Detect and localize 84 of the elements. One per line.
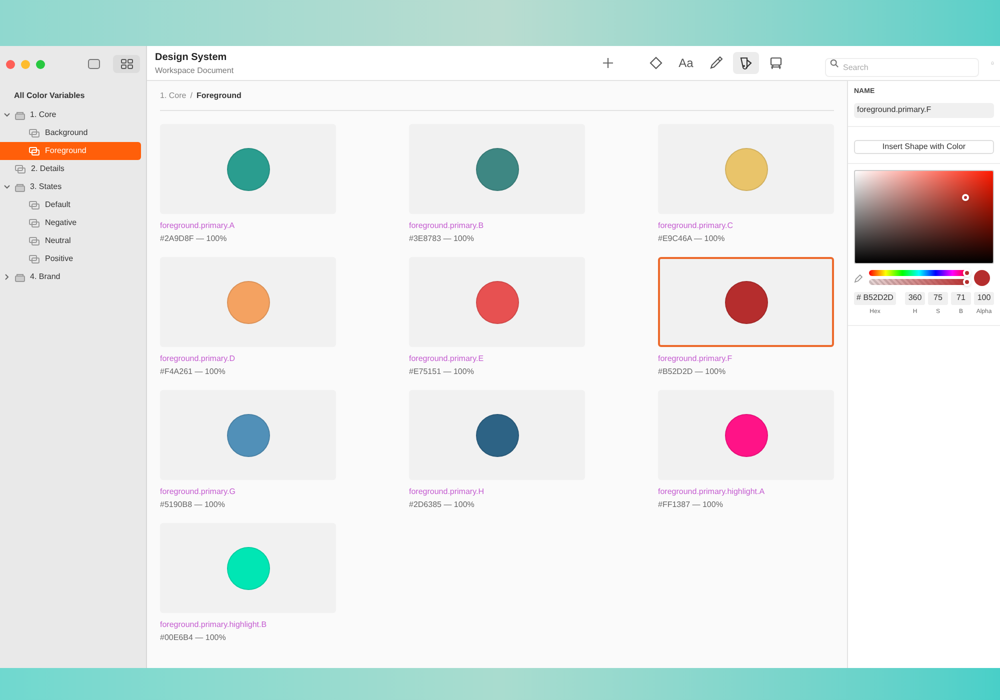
current-color-swatch: [974, 270, 990, 286]
sidebar-item[interactable]: Default: [0, 196, 141, 214]
sidebar-item[interactable]: Positive: [0, 250, 141, 268]
swatch-name: foreground.primary.C: [658, 220, 734, 232]
swatch-name: foreground.primary.F: [658, 353, 734, 365]
swatch-card[interactable]: [160, 124, 336, 214]
sidebar-item[interactable]: 2. Details: [0, 160, 141, 178]
sidebar-heading: All Color Variables: [13, 90, 86, 102]
plus-icon: [601, 56, 615, 70]
color-value-field[interactable]: # B52D2D: [854, 292, 896, 304]
swatch-card[interactable]: [658, 124, 834, 214]
sidebar-item[interactable]: Background: [0, 124, 141, 142]
eyedropper-icon[interactable]: [854, 272, 864, 282]
search-icon: [830, 58, 839, 68]
stack-icon: [15, 110, 25, 120]
search-field[interactable]: Search: [825, 58, 979, 76]
palette-tool-button[interactable]: [733, 52, 759, 74]
swatch-value: #00E6B4 — 100%: [160, 632, 227, 644]
swatch-card[interactable]: [160, 523, 336, 613]
swatch-card[interactable]: [409, 257, 585, 347]
window-title: Design System: [155, 50, 228, 64]
chevron-down-icon[interactable]: [4, 185, 10, 189]
color-value-field[interactable]: 100: [974, 292, 994, 304]
swatch-value: #FF1387 — 100%: [658, 499, 724, 511]
layers-icon: [29, 236, 40, 246]
view-toggle-button[interactable]: [113, 55, 140, 73]
name-field[interactable]: foreground.primary.F: [854, 102, 994, 118]
sidebar-item[interactable]: 4. Brand: [0, 268, 141, 286]
sidebar-item[interactable]: 3. States: [0, 178, 141, 196]
swatch-name: foreground.primary.E: [409, 353, 485, 365]
swatch-card[interactable]: [160, 257, 336, 347]
color-value-field[interactable]: 71: [951, 292, 971, 304]
color-value-field[interactable]: 360: [905, 292, 925, 304]
swatch-name: foreground.primary.H: [409, 486, 485, 498]
diamond-icon: [649, 56, 663, 70]
swatch-value: #B52D2D — 100%: [658, 366, 727, 378]
swatch-value: #2D6385 — 100%: [409, 499, 476, 511]
sidebar-item[interactable]: Negative: [0, 214, 141, 232]
swatch-value: #5190B8 — 100%: [160, 499, 226, 511]
swatch-card[interactable]: [409, 390, 585, 480]
swatch-value: #3E8783 — 100%: [409, 233, 475, 245]
swatch-value: #E75151 — 100%: [409, 366, 475, 378]
swatch-name: foreground.primary.highlight.B: [160, 619, 268, 631]
swatch-value: #E9C46A — 100%: [658, 233, 726, 245]
swatch-name: foreground.primary.B: [409, 220, 485, 232]
layers-icon: [29, 146, 40, 156]
layers-icon: [15, 164, 26, 174]
insert-shape-button[interactable]: Insert Shape with Color: [854, 140, 994, 154]
swatch-card[interactable]: [160, 390, 336, 480]
easel-icon: [769, 56, 783, 70]
picker-handle[interactable]: [962, 194, 969, 200]
swatch-card[interactable]: [658, 257, 834, 347]
swatch-name: foreground.primary.D: [160, 353, 236, 365]
alpha-slider[interactable]: [869, 279, 969, 285]
window-icon: [88, 59, 100, 69]
stack-icon: [15, 272, 25, 282]
layers-icon: [29, 200, 40, 210]
swatch-value: #2A9D8F — 100%: [160, 233, 228, 245]
saturation-brightness-picker[interactable]: [854, 170, 994, 264]
slider-thumb[interactable]: [963, 278, 971, 286]
sidebar-item[interactable]: Neutral: [0, 232, 141, 250]
stack-icon: [15, 182, 25, 192]
document-subtitle: Workspace Document: [155, 64, 235, 76]
swatch-name: foreground.primary.A: [160, 220, 236, 232]
layers-icon: [29, 254, 40, 264]
hue-slider[interactable]: [869, 270, 969, 276]
close-control[interactable]: [6, 60, 15, 68]
swatch-card[interactable]: [658, 390, 834, 480]
slider-thumb[interactable]: [963, 269, 971, 277]
swatch-value: #F4A261 — 100%: [160, 366, 226, 378]
sidebar-item[interactable]: 1. Core: [0, 106, 141, 124]
brush-icon: [709, 56, 723, 70]
swatch-name: foreground.primary.highlight.A: [658, 486, 766, 498]
grid-icon: [120, 59, 132, 69]
breadcrumb-separator: /: [190, 90, 192, 102]
chevron-right-icon[interactable]: [4, 274, 8, 280]
text-tool-button[interactable]: Aa: [673, 52, 699, 74]
layers-icon: [29, 218, 40, 228]
chevron-down-icon[interactable]: [4, 113, 10, 117]
swatch-name: foreground.primary.G: [160, 486, 236, 498]
swatch-card[interactable]: [409, 124, 585, 214]
layers-icon: [29, 128, 40, 138]
breadcrumb-current: Foreground: [196, 90, 242, 102]
color-value-field[interactable]: 75: [928, 292, 948, 304]
